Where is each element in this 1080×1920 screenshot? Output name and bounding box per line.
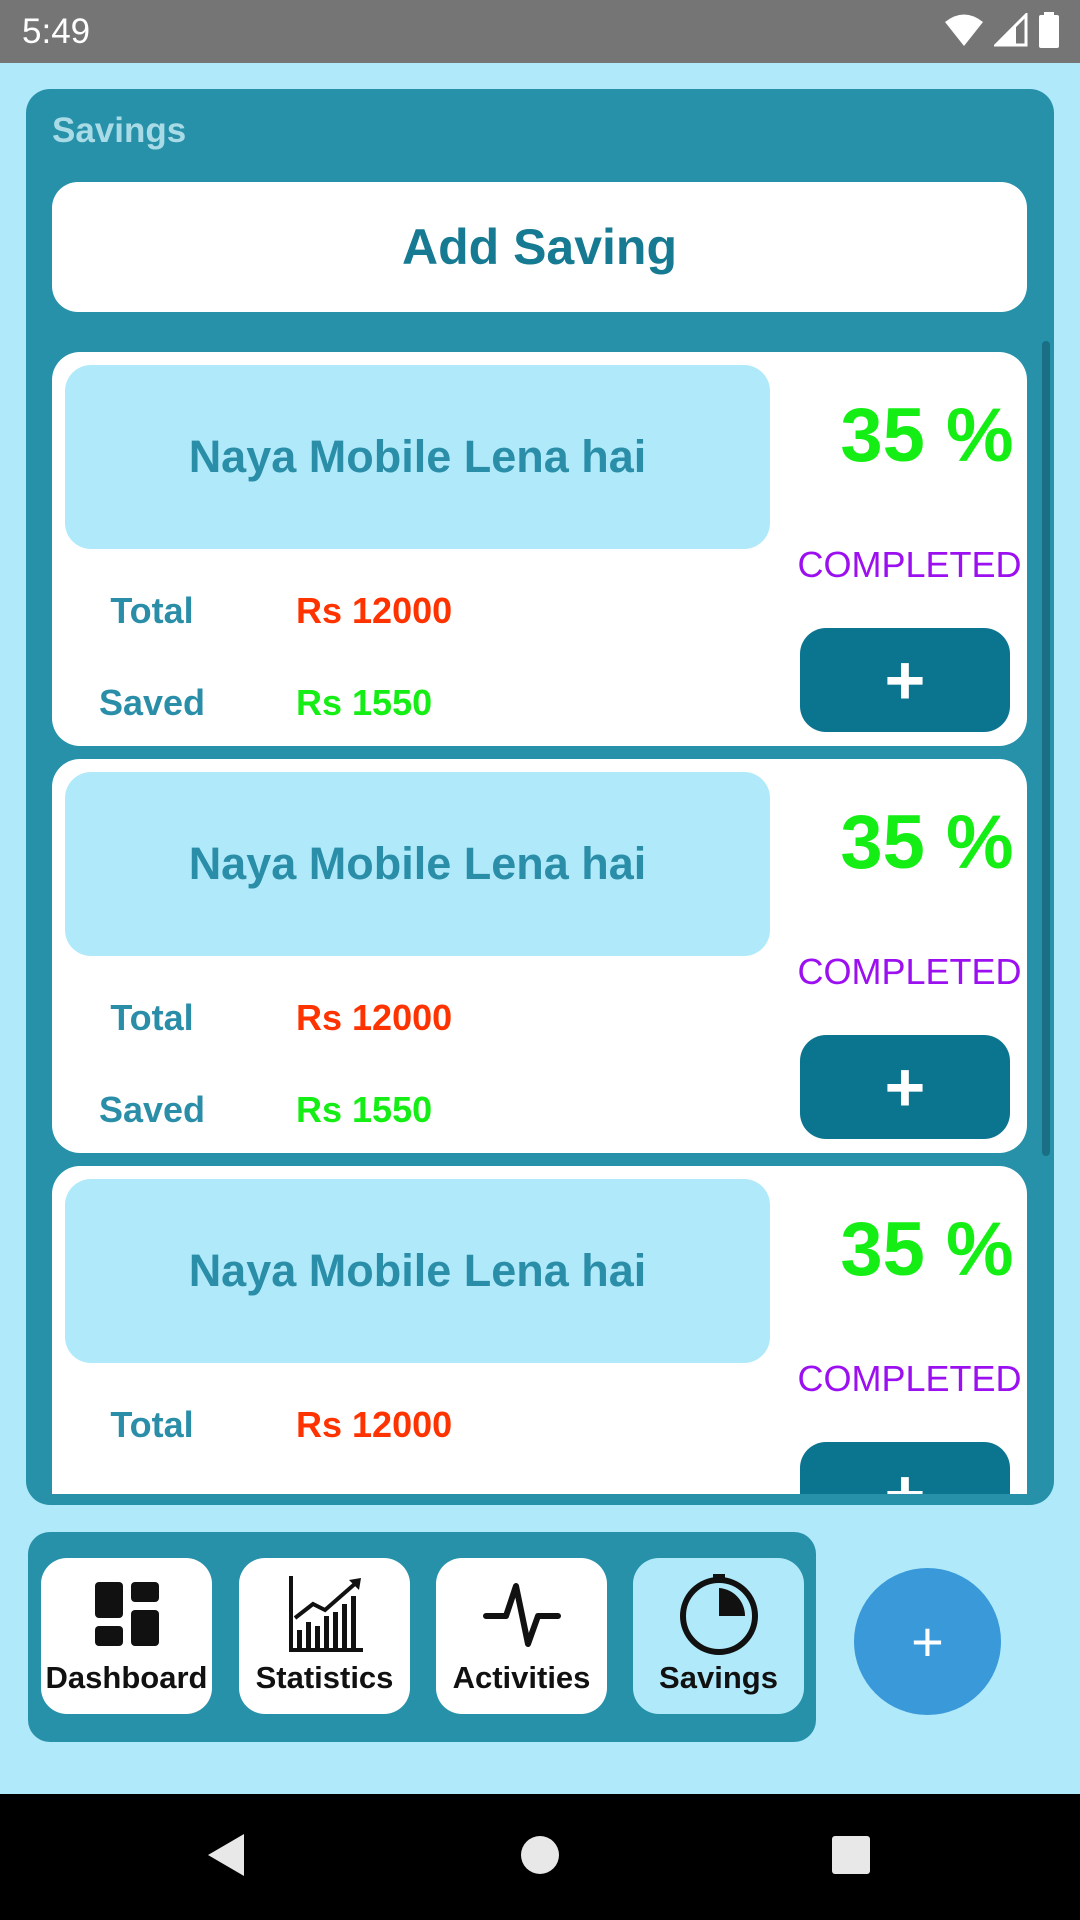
saving-card: Naya Mobile Lena hai Total Rs 12000 Save… [52, 759, 1027, 1153]
saving-name[interactable]: Naya Mobile Lena hai [65, 772, 770, 956]
add-amount-button[interactable]: + [800, 1442, 1010, 1494]
saving-card: Naya Mobile Lena hai Total Rs 12000 Save… [52, 352, 1027, 746]
saved-value: Rs 1550 [296, 682, 433, 723]
add-saving-button[interactable]: Add Saving [52, 182, 1027, 312]
total-value: Rs 12000 [296, 1404, 453, 1445]
total-label: Total [110, 997, 194, 1038]
saved-value: Rs 1550 [296, 1089, 433, 1130]
nav-label: Savings [659, 1660, 778, 1695]
saving-name[interactable]: Naya Mobile Lena hai [65, 365, 770, 549]
total-label: Total [110, 1404, 194, 1445]
total-label: Total [110, 590, 194, 631]
nav-item-dashboard[interactable]: Dashboard [41, 1558, 212, 1714]
savings-icon [679, 1574, 758, 1655]
saved-label: Saved [98, 1089, 206, 1130]
add-amount-button[interactable]: + [800, 628, 1010, 732]
savings-list[interactable]: Naya Mobile Lena hai Total Rs 12000 Save… [26, 352, 1054, 1494]
nav-label: Dashboard [45, 1660, 208, 1695]
activities-icon [482, 1583, 561, 1647]
bottom-nav: Dashboard Statistics Activities Savings [28, 1532, 816, 1742]
completed-label: COMPLETED [797, 544, 1022, 585]
nav-label: Statistics [255, 1660, 394, 1695]
completed-label: COMPLETED [797, 1358, 1022, 1399]
dashboard-icon [94, 1582, 159, 1646]
status-time: 5:49 [22, 12, 91, 51]
savings-panel: Savings Add Saving Naya Mobile Lena hai … [26, 89, 1054, 1505]
add-amount-button[interactable]: + [800, 1035, 1010, 1139]
total-value: Rs 12000 [296, 997, 453, 1038]
fab-add-button[interactable]: + [854, 1568, 1001, 1715]
saving-name[interactable]: Naya Mobile Lena hai [65, 1179, 770, 1363]
saved-label: Saved [98, 682, 206, 723]
nav-item-activities[interactable]: Activities [436, 1558, 607, 1714]
statistics-icon [288, 1576, 363, 1652]
percent-value: 35 % [840, 800, 1014, 885]
recents-icon[interactable] [830, 1830, 872, 1880]
back-icon[interactable] [204, 1830, 248, 1880]
home-icon[interactable] [520, 1830, 560, 1880]
status-bar: 5:49 [0, 0, 1080, 63]
panel-title: Savings [52, 111, 187, 150]
completed-label: COMPLETED [797, 951, 1022, 992]
total-value: Rs 12000 [296, 590, 453, 631]
wifi-icon [945, 14, 983, 46]
nav-label: Activities [452, 1660, 591, 1695]
percent-value: 35 % [840, 1207, 1014, 1292]
nav-item-savings[interactable]: Savings [633, 1558, 804, 1714]
saving-card: Naya Mobile Lena hai Total Rs 12000 35 %… [52, 1166, 1027, 1494]
system-nav-bar [0, 1794, 1080, 1920]
status-icons [944, 12, 1060, 48]
percent-value: 35 % [840, 393, 1014, 478]
nav-item-statistics[interactable]: Statistics [239, 1558, 410, 1714]
scrollbar[interactable] [1042, 341, 1050, 1156]
battery-icon [1039, 12, 1059, 48]
signal-icon [994, 13, 1028, 47]
